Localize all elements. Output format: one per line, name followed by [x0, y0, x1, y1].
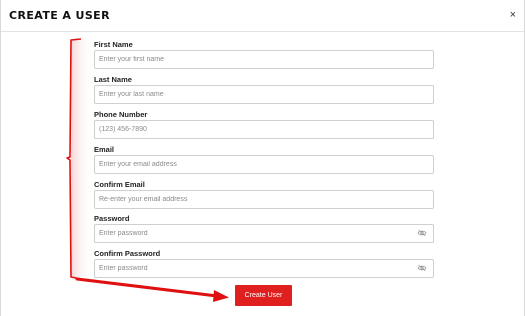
close-icon[interactable]: ×	[510, 9, 516, 21]
last-name-label: Last Name	[94, 75, 132, 84]
password-field: Password	[94, 214, 434, 243]
phone-number-label: Phone Number	[94, 110, 148, 119]
confirm-email-input[interactable]	[94, 190, 434, 209]
last-name-field: Last Name	[94, 75, 434, 104]
first-name-field: First Name	[94, 40, 434, 69]
email-label: Email	[94, 145, 115, 154]
first-name-input[interactable]	[94, 50, 434, 69]
confirm-password-field: Confirm Password	[94, 249, 434, 278]
confirm-email-field: Confirm Email	[94, 180, 434, 209]
email-input[interactable]	[94, 155, 434, 174]
password-input[interactable]	[94, 224, 434, 243]
confirm-password-input[interactable]	[94, 259, 434, 278]
password-label: Password	[94, 214, 130, 223]
phone-number-input[interactable]	[94, 120, 434, 139]
email-field: Email	[94, 145, 434, 174]
first-name-label: First Name	[94, 40, 133, 49]
eye-slash-icon[interactable]	[417, 264, 427, 272]
confirm-password-label: Confirm Password	[94, 249, 161, 258]
modal-title: CREATE A USER	[9, 9, 110, 22]
modal-header: CREATE A USER ×	[1, 0, 524, 32]
eye-slash-icon[interactable]	[417, 229, 427, 237]
confirm-email-label: Confirm Email	[94, 180, 145, 189]
create-user-button[interactable]: Create User	[235, 285, 292, 306]
last-name-input[interactable]	[94, 85, 434, 104]
phone-number-field: Phone Number	[94, 110, 434, 139]
create-user-modal: CREATE A USER × First Name Last Name Pho…	[0, 0, 525, 316]
